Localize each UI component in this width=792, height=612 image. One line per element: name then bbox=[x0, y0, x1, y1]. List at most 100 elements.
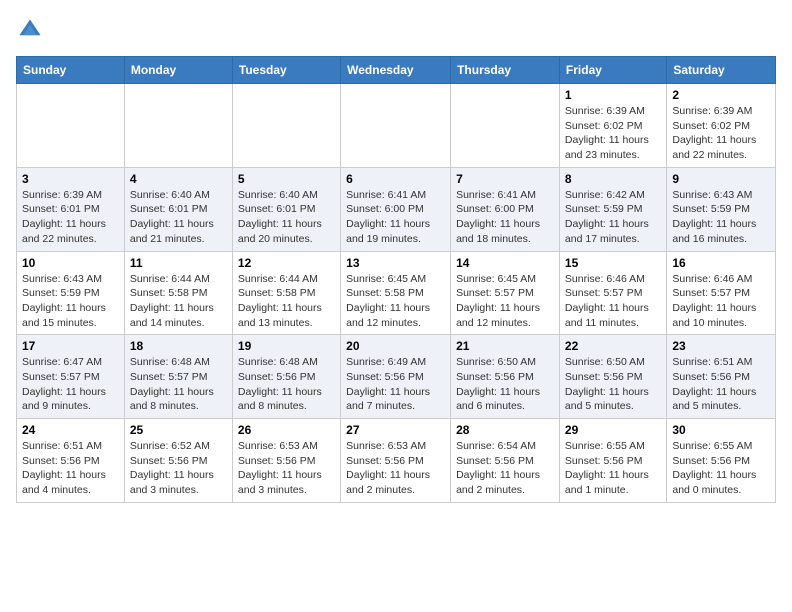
day-number: 23 bbox=[672, 339, 770, 353]
calendar-cell bbox=[17, 84, 125, 168]
weekday-header: Thursday bbox=[451, 57, 560, 84]
day-info: Sunrise: 6:55 AMSunset: 5:56 PMDaylight:… bbox=[565, 439, 661, 498]
day-number: 27 bbox=[346, 423, 445, 437]
day-info: Sunrise: 6:48 AMSunset: 5:57 PMDaylight:… bbox=[130, 355, 227, 414]
day-number: 25 bbox=[130, 423, 227, 437]
weekday-header: Tuesday bbox=[232, 57, 340, 84]
day-number: 18 bbox=[130, 339, 227, 353]
calendar-cell: 2 Sunrise: 6:39 AMSunset: 6:02 PMDaylight… bbox=[667, 84, 776, 168]
calendar-cell bbox=[451, 84, 560, 168]
day-number: 11 bbox=[130, 256, 227, 270]
day-info: Sunrise: 6:47 AMSunset: 5:57 PMDaylight:… bbox=[22, 355, 119, 414]
day-number: 30 bbox=[672, 423, 770, 437]
calendar-cell: 12Sunrise: 6:44 AMSunset: 5:58 PMDayligh… bbox=[232, 251, 340, 335]
day-info: Sunrise: 6:52 AMSunset: 5:56 PMDaylight:… bbox=[130, 439, 227, 498]
page-header bbox=[16, 16, 776, 44]
day-number: 4 bbox=[130, 172, 227, 186]
day-number: 15 bbox=[565, 256, 661, 270]
calendar-cell: 11 Sunrise: 6:44 AMSunset: 5:58 PMDayligh… bbox=[124, 251, 232, 335]
day-info: Sunrise: 6:50 AMSunset: 5:56 PMDaylight:… bbox=[456, 355, 554, 414]
calendar-cell: 22 Sunrise: 6:50 AMSunset: 5:56 PMDayligh… bbox=[559, 335, 666, 419]
day-info: Sunrise: 6:51 AMSunset: 5:56 PMDaylight:… bbox=[22, 439, 119, 498]
day-number: 2 bbox=[672, 88, 770, 102]
weekday-header-row: SundayMondayTuesdayWednesdayThursdayFrid… bbox=[17, 57, 776, 84]
day-info: Sunrise: 6:51 AMSunset: 5:56 PMDaylight:… bbox=[672, 355, 770, 414]
calendar-cell bbox=[341, 84, 451, 168]
day-info: Sunrise: 6:48 AMSunset: 5:56 PMDaylight:… bbox=[238, 355, 335, 414]
calendar-cell: 4 Sunrise: 6:40 AMSunset: 6:01 PMDaylight… bbox=[124, 167, 232, 251]
day-number: 5 bbox=[238, 172, 335, 186]
weekday-header: Monday bbox=[124, 57, 232, 84]
day-number: 20 bbox=[346, 339, 445, 353]
day-number: 21 bbox=[456, 339, 554, 353]
day-info: Sunrise: 6:46 AMSunset: 5:57 PMDaylight:… bbox=[565, 272, 661, 331]
calendar-cell: 30Sunrise: 6:55 AMSunset: 5:56 PMDayligh… bbox=[667, 419, 776, 503]
day-info: Sunrise: 6:39 AMSunset: 6:01 PMDaylight:… bbox=[22, 188, 119, 247]
calendar-cell: 10Sunrise: 6:43 AMSunset: 5:59 PMDayligh… bbox=[17, 251, 125, 335]
calendar-cell: 19 Sunrise: 6:48 AMSunset: 5:56 PMDayligh… bbox=[232, 335, 340, 419]
day-number: 19 bbox=[238, 339, 335, 353]
day-info: Sunrise: 6:39 AMSunset: 6:02 PMDaylight:… bbox=[565, 104, 661, 163]
calendar-cell: 27 Sunrise: 6:53 AMSunset: 5:56 PMDayligh… bbox=[341, 419, 451, 503]
calendar-cell: 24 Sunrise: 6:51 AMSunset: 5:56 PMDayligh… bbox=[17, 419, 125, 503]
day-number: 14 bbox=[456, 256, 554, 270]
calendar-cell: 9Sunrise: 6:43 AMSunset: 5:59 PMDaylight… bbox=[667, 167, 776, 251]
day-number: 7 bbox=[456, 172, 554, 186]
day-info: Sunrise: 6:50 AMSunset: 5:56 PMDaylight:… bbox=[565, 355, 661, 414]
calendar-cell: 8Sunrise: 6:42 AMSunset: 5:59 PMDaylight… bbox=[559, 167, 666, 251]
day-info: Sunrise: 6:49 AMSunset: 5:56 PMDaylight:… bbox=[346, 355, 445, 414]
day-info: Sunrise: 6:44 AMSunset: 5:58 PMDaylight:… bbox=[130, 272, 227, 331]
logo-icon bbox=[16, 16, 44, 44]
calendar-cell: 16Sunrise: 6:46 AMSunset: 5:57 PMDayligh… bbox=[667, 251, 776, 335]
day-number: 26 bbox=[238, 423, 335, 437]
calendar-week-row: 24 Sunrise: 6:51 AMSunset: 5:56 PMDayligh… bbox=[17, 419, 776, 503]
calendar-cell: 15 Sunrise: 6:46 AMSunset: 5:57 PMDayligh… bbox=[559, 251, 666, 335]
weekday-header: Saturday bbox=[667, 57, 776, 84]
calendar-cell: 1Sunrise: 6:39 AMSunset: 6:02 PMDaylight… bbox=[559, 84, 666, 168]
day-number: 6 bbox=[346, 172, 445, 186]
calendar-cell: 29 Sunrise: 6:55 AMSunset: 5:56 PMDayligh… bbox=[559, 419, 666, 503]
weekday-header: Sunday bbox=[17, 57, 125, 84]
day-info: Sunrise: 6:45 AMSunset: 5:58 PMDaylight:… bbox=[346, 272, 445, 331]
calendar-cell: 3 Sunrise: 6:39 AMSunset: 6:01 PMDaylight… bbox=[17, 167, 125, 251]
day-info: Sunrise: 6:41 AMSunset: 6:00 PMDaylight:… bbox=[346, 188, 445, 247]
calendar-cell: 17 Sunrise: 6:47 AMSunset: 5:57 PMDayligh… bbox=[17, 335, 125, 419]
calendar-cell: 28 Sunrise: 6:54 AMSunset: 5:56 PMDayligh… bbox=[451, 419, 560, 503]
day-info: Sunrise: 6:45 AMSunset: 5:57 PMDaylight:… bbox=[456, 272, 554, 331]
day-number: 10 bbox=[22, 256, 119, 270]
day-info: Sunrise: 6:39 AMSunset: 6:02 PMDaylight:… bbox=[672, 104, 770, 163]
day-info: Sunrise: 6:40 AMSunset: 6:01 PMDaylight:… bbox=[238, 188, 335, 247]
day-info: Sunrise: 6:43 AMSunset: 5:59 PMDaylight:… bbox=[672, 188, 770, 247]
calendar-cell bbox=[232, 84, 340, 168]
calendar-cell: 14 Sunrise: 6:45 AMSunset: 5:57 PMDayligh… bbox=[451, 251, 560, 335]
logo bbox=[16, 16, 48, 44]
day-number: 22 bbox=[565, 339, 661, 353]
day-info: Sunrise: 6:44 AMSunset: 5:58 PMDaylight:… bbox=[238, 272, 335, 331]
calendar-cell: 21 Sunrise: 6:50 AMSunset: 5:56 PMDayligh… bbox=[451, 335, 560, 419]
day-info: Sunrise: 6:53 AMSunset: 5:56 PMDaylight:… bbox=[238, 439, 335, 498]
calendar-cell bbox=[124, 84, 232, 168]
calendar-cell: 23 Sunrise: 6:51 AMSunset: 5:56 PMDayligh… bbox=[667, 335, 776, 419]
calendar-cell: 25 Sunrise: 6:52 AMSunset: 5:56 PMDayligh… bbox=[124, 419, 232, 503]
calendar-cell: 7 Sunrise: 6:41 AMSunset: 6:00 PMDaylight… bbox=[451, 167, 560, 251]
calendar-week-row: 10Sunrise: 6:43 AMSunset: 5:59 PMDayligh… bbox=[17, 251, 776, 335]
calendar-week-row: 17 Sunrise: 6:47 AMSunset: 5:57 PMDayligh… bbox=[17, 335, 776, 419]
calendar-cell: 6 Sunrise: 6:41 AMSunset: 6:00 PMDaylight… bbox=[341, 167, 451, 251]
calendar-week-row: 1Sunrise: 6:39 AMSunset: 6:02 PMDaylight… bbox=[17, 84, 776, 168]
day-info: Sunrise: 6:53 AMSunset: 5:56 PMDaylight:… bbox=[346, 439, 445, 498]
day-number: 13 bbox=[346, 256, 445, 270]
day-info: Sunrise: 6:42 AMSunset: 5:59 PMDaylight:… bbox=[565, 188, 661, 247]
day-info: Sunrise: 6:46 AMSunset: 5:57 PMDaylight:… bbox=[672, 272, 770, 331]
calendar-cell: 13 Sunrise: 6:45 AMSunset: 5:58 PMDayligh… bbox=[341, 251, 451, 335]
day-number: 24 bbox=[22, 423, 119, 437]
day-info: Sunrise: 6:41 AMSunset: 6:00 PMDaylight:… bbox=[456, 188, 554, 247]
calendar-cell: 20 Sunrise: 6:49 AMSunset: 5:56 PMDayligh… bbox=[341, 335, 451, 419]
day-number: 29 bbox=[565, 423, 661, 437]
day-number: 17 bbox=[22, 339, 119, 353]
day-number: 3 bbox=[22, 172, 119, 186]
day-number: 28 bbox=[456, 423, 554, 437]
day-info: Sunrise: 6:54 AMSunset: 5:56 PMDaylight:… bbox=[456, 439, 554, 498]
weekday-header: Friday bbox=[559, 57, 666, 84]
day-info: Sunrise: 6:40 AMSunset: 6:01 PMDaylight:… bbox=[130, 188, 227, 247]
calendar-table: SundayMondayTuesdayWednesdayThursdayFrid… bbox=[16, 56, 776, 503]
